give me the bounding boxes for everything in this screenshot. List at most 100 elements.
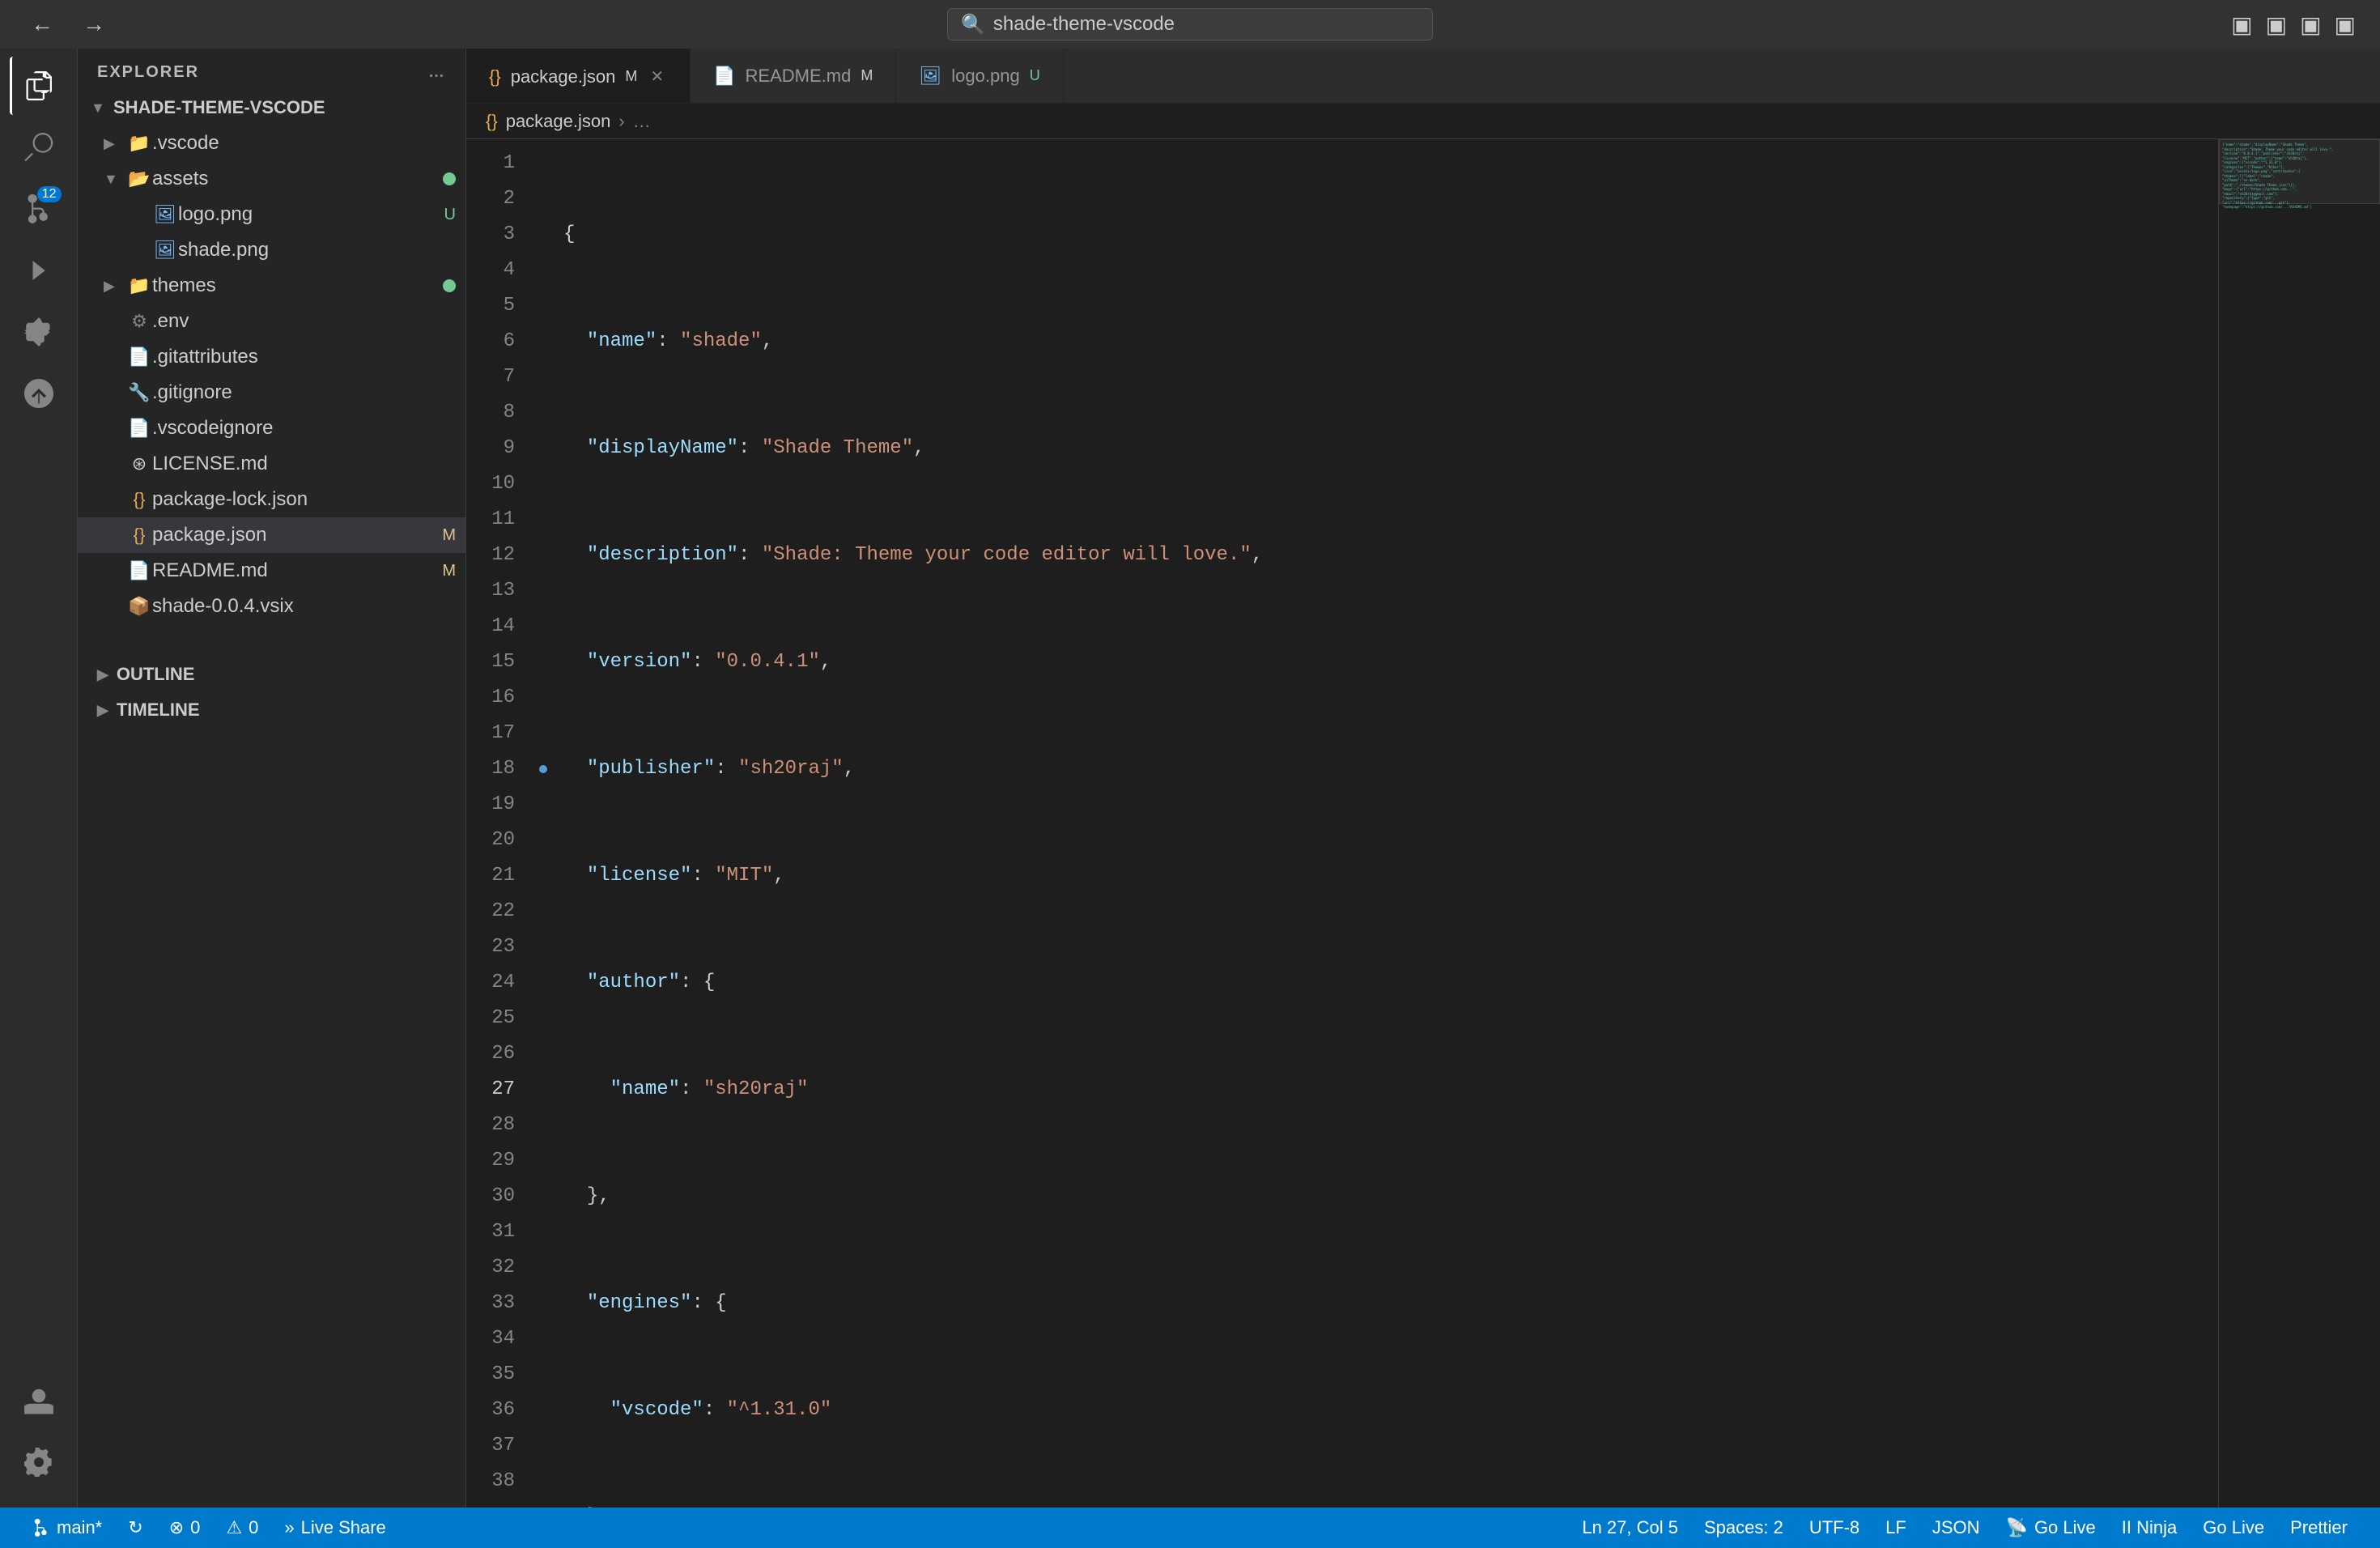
themes-folder-label: themes <box>152 274 443 297</box>
status-encoding[interactable]: UTF-8 <box>1796 1508 1872 1548</box>
tab-package-json[interactable]: {} package.json M ✕ <box>466 49 691 104</box>
activity-item-explorer[interactable] <box>10 57 68 115</box>
layout-toggle-3[interactable]: ▣ <box>2300 11 2321 38</box>
layout-toggle-4[interactable]: ▣ <box>2335 11 2356 38</box>
status-golive2[interactable]: Go Live <box>2190 1508 2277 1548</box>
error-count: 0 <box>190 1517 200 1538</box>
gutter <box>531 139 555 1508</box>
vsix-label: shade-0.0.4.vsix <box>152 595 465 618</box>
breadcrumb-file-icon: {} <box>486 111 498 132</box>
code-content[interactable]: { "name": "shade", "displayName": "Shade… <box>555 139 2218 1508</box>
status-liveshare[interactable]: » Live Share <box>271 1508 398 1548</box>
status-prettier[interactable]: Prettier <box>2277 1508 2361 1548</box>
status-branch[interactable]: main* <box>19 1508 115 1548</box>
golive2-text: Go Live <box>2203 1517 2264 1538</box>
gitignore-file-icon: 🔧 <box>126 382 152 403</box>
tree-item-assets[interactable]: ▼ 📂 assets <box>78 161 465 197</box>
eol-text: LF <box>1885 1517 1906 1538</box>
folder-icon-2: 📁 <box>126 275 152 296</box>
gutter-item-18 <box>531 751 555 787</box>
golive-text: Go Live <box>2034 1517 2096 1538</box>
folder-icon: 📁 <box>126 133 152 154</box>
tab-package-json-close[interactable]: ✕ <box>647 65 667 88</box>
breadcrumb-more[interactable]: … <box>633 111 651 132</box>
sidebar-header-actions[interactable]: … <box>428 63 446 82</box>
tree-item-vsix[interactable]: 📦 shade-0.0.4.vsix <box>78 589 465 624</box>
chevron-right-icon-2: ▶ <box>104 278 126 295</box>
env-label: .env <box>152 310 465 333</box>
code-line-7: "license": "MIT", <box>563 858 2218 894</box>
outline-section[interactable]: ▶ OUTLINE <box>78 657 465 692</box>
back-button[interactable]: ← <box>24 8 60 40</box>
activity-bottom <box>10 1372 68 1508</box>
branch-name: main* <box>57 1517 102 1538</box>
tree-item-vscodeignore[interactable]: 📄 .vscodeignore <box>78 410 465 446</box>
source-control-badge: 12 <box>37 186 62 202</box>
status-warnings[interactable]: ⚠ 0 <box>213 1508 271 1548</box>
timeline-chevron: ▶ <box>97 702 108 719</box>
status-errors[interactable]: ⊗ 0 <box>156 1508 214 1548</box>
tabs-bar: {} package.json M ✕ 📄 README.md M 🖼 logo… <box>466 49 2380 104</box>
titlebar-search[interactable]: 🔍 shade-theme-vscode <box>947 8 1433 40</box>
tree-item-package-lock[interactable]: {} package-lock.json <box>78 482 465 517</box>
titlebar-nav: ← → <box>24 8 112 40</box>
tree-item-themes[interactable]: ▶ 📁 themes <box>78 268 465 304</box>
json-file-icon-2: {} <box>126 525 152 546</box>
tree-item-gitignore[interactable]: 🔧 .gitignore <box>78 375 465 410</box>
tab-readme[interactable]: 📄 README.md M <box>691 49 896 104</box>
activity-item-run[interactable] <box>10 241 68 300</box>
tree-item-root[interactable]: ▼ SHADE-THEME-VSCODE <box>78 90 465 125</box>
tab-logo-badge: U <box>1030 67 1040 84</box>
tab-logo-label: logo.png <box>951 66 1019 87</box>
status-spaces[interactable]: Spaces: 2 <box>1691 1508 1796 1548</box>
tab-logo[interactable]: 🖼 logo.png U <box>896 49 1063 104</box>
status-bar: main* ↻ ⊗ 0 ⚠ 0 » Live Share Ln 27, Col … <box>0 1508 2380 1548</box>
code-line-13: }, <box>563 1499 2218 1508</box>
image-file-icon: 🖼 <box>152 204 178 225</box>
tree-item-env[interactable]: ⚙ .env <box>78 304 465 339</box>
activity-item-remote[interactable] <box>10 364 68 423</box>
layout-toggle-1[interactable]: ▣ <box>2231 11 2252 38</box>
code-line-4: "description": "Shade: Theme your code e… <box>563 538 2218 573</box>
activity-item-source-control[interactable]: 12 <box>10 180 68 238</box>
tree-item-vscode[interactable]: ▶ 📁 .vscode <box>78 125 465 161</box>
outline-chevron: ▶ <box>97 666 108 683</box>
md-file-icon: 📄 <box>126 560 152 581</box>
code-line-6: "publisher": "sh20raj", <box>563 751 2218 787</box>
tree-item-shade-png[interactable]: 🖼 shade.png <box>78 232 465 268</box>
ninja-text: II Ninja <box>2122 1517 2177 1538</box>
package-json-m-badge: M <box>442 526 456 545</box>
titlebar: ← → 🔍 shade-theme-vscode ▣ ▣ ▣ ▣ <box>0 0 2380 49</box>
breadcrumb-filename[interactable]: package.json <box>506 111 611 132</box>
tab-package-json-label: package.json <box>511 66 616 87</box>
status-golive[interactable]: 📡 Go Live <box>1993 1508 2109 1548</box>
error-icon: ⊗ <box>169 1517 184 1538</box>
license-label: LICENSE.md <box>152 453 465 475</box>
chevron-down-icon: ▼ <box>104 171 126 188</box>
tree-item-package-json[interactable]: {} package.json M <box>78 517 465 553</box>
timeline-section[interactable]: ▶ TIMELINE <box>78 692 465 728</box>
folder-open-icon: 📂 <box>126 168 152 189</box>
tree-item-logo-png[interactable]: 🖼 logo.png U <box>78 197 465 232</box>
activity-item-search[interactable] <box>10 118 68 176</box>
tree-item-license[interactable]: ⊛ LICENSE.md <box>78 446 465 482</box>
code-line-1: { <box>563 217 2218 253</box>
git-file-icon: 📄 <box>126 347 152 368</box>
minimap[interactable]: {"name":"shade","displayName":"Shade The… <box>2218 139 2380 1508</box>
golive-icon: 📡 <box>2006 1517 2028 1538</box>
activity-item-account[interactable] <box>10 1372 68 1430</box>
layout-toggle-2[interactable]: ▣ <box>2266 11 2287 38</box>
tab-readme-badge: M <box>861 67 873 84</box>
env-file-icon: ⚙ <box>126 311 152 332</box>
sidebar-more-actions[interactable]: … <box>428 63 446 82</box>
status-sync[interactable]: ↻ <box>115 1508 155 1548</box>
status-eol[interactable]: LF <box>1872 1508 1919 1548</box>
activity-item-settings[interactable] <box>10 1433 68 1491</box>
tree-item-readme[interactable]: 📄 README.md M <box>78 553 465 589</box>
tree-item-gitattributes[interactable]: 📄 .gitattributes <box>78 339 465 375</box>
forward-button[interactable]: → <box>76 8 112 40</box>
status-position[interactable]: Ln 27, Col 5 <box>1569 1508 1691 1548</box>
status-language[interactable]: JSON <box>1919 1508 1993 1548</box>
status-ninja[interactable]: II Ninja <box>2109 1508 2190 1548</box>
activity-item-extensions[interactable] <box>10 303 68 361</box>
